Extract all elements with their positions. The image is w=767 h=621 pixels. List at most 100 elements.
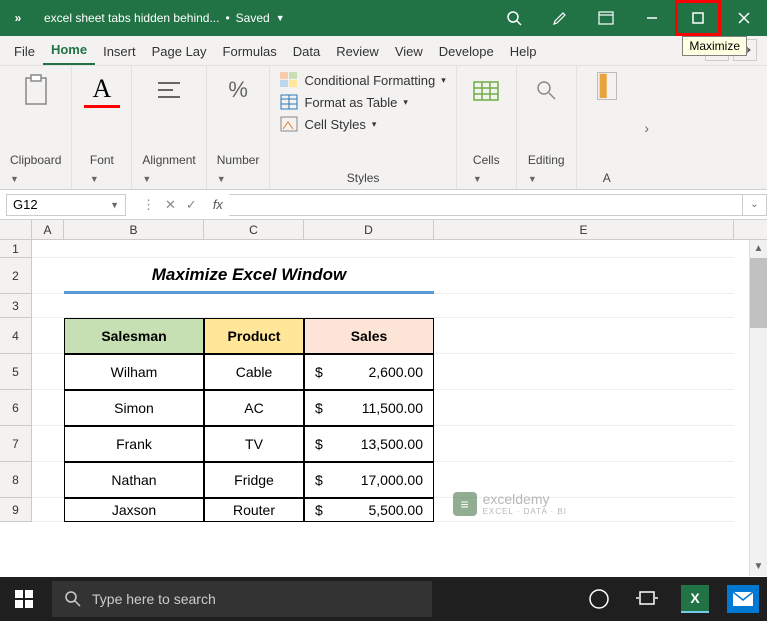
tab-view[interactable]: View xyxy=(387,38,431,65)
cell-sales[interactable]: $2,600.00 xyxy=(304,354,434,390)
chevron-down-icon[interactable]: ▼ xyxy=(10,174,19,184)
row-header[interactable]: 1 xyxy=(0,240,32,258)
fx-label[interactable]: fx xyxy=(207,197,229,212)
pen-icon[interactable] xyxy=(537,0,583,36)
scroll-down-icon[interactable]: ▼ xyxy=(750,558,767,576)
ribbon-overflow[interactable]: › xyxy=(637,66,657,189)
col-header-c[interactable]: C xyxy=(204,220,304,239)
title-icons xyxy=(491,0,767,36)
cell-product[interactable]: AC xyxy=(204,390,304,426)
chevron-down-icon[interactable]: ▼ xyxy=(528,174,537,184)
tab-insert[interactable]: Insert xyxy=(95,38,144,65)
cell-salesman[interactable]: Wilham xyxy=(64,354,204,390)
cell-product[interactable]: TV xyxy=(204,426,304,462)
sheet-title[interactable]: Maximize Excel Window xyxy=(64,258,434,294)
tab-data[interactable]: Data xyxy=(285,38,328,65)
chevron-down-icon[interactable]: ▼ xyxy=(142,174,151,184)
col-header-d[interactable]: D xyxy=(304,220,434,239)
cell-salesman[interactable]: Nathan xyxy=(64,462,204,498)
watermark: ≡ exceldemy EXCEL · DATA · BI xyxy=(453,491,567,516)
watermark-tag: EXCEL · DATA · BI xyxy=(483,507,567,516)
styles-group-label: Styles xyxy=(280,169,445,187)
tab-review[interactable]: Review xyxy=(328,38,387,65)
col-header-e[interactable]: E xyxy=(434,220,734,239)
row-header[interactable]: 7 xyxy=(0,426,32,462)
name-box[interactable]: G12 ▼ xyxy=(6,194,126,216)
number-icon[interactable]: % xyxy=(220,72,256,108)
formula-bar-expand[interactable]: ⌄ xyxy=(743,194,767,216)
taskview-icon[interactable] xyxy=(623,577,671,621)
tab-home[interactable]: Home xyxy=(43,36,95,65)
scroll-thumb[interactable] xyxy=(750,258,767,328)
enter-icon[interactable]: ✓ xyxy=(186,197,197,213)
start-button[interactable] xyxy=(0,577,48,621)
row-4: 4 Salesman Product Sales xyxy=(0,318,767,354)
group-font: A Font▼ xyxy=(72,66,132,189)
search-icon[interactable] xyxy=(491,0,537,36)
cells-icon[interactable] xyxy=(468,72,504,108)
group-addins: ▌ A xyxy=(577,66,637,189)
row-header[interactable]: 4 xyxy=(0,318,32,354)
row-header[interactable]: 6 xyxy=(0,390,32,426)
cell-styles-button[interactable]: Cell Styles ▾ xyxy=(280,116,445,132)
format-as-table-button[interactable]: Format as Table ▾ xyxy=(280,94,445,110)
cell-sales[interactable]: $13,500.00 xyxy=(304,426,434,462)
maximize-button[interactable] xyxy=(675,0,721,36)
cell-sales[interactable]: $11,500.00 xyxy=(304,390,434,426)
tab-formulas[interactable]: Formulas xyxy=(215,38,285,65)
col-header-a[interactable]: A xyxy=(32,220,64,239)
cell-product[interactable]: Fridge xyxy=(204,462,304,498)
vertical-scrollbar[interactable]: ▲ ▼ xyxy=(749,240,767,576)
cell-sales[interactable]: $17,000.00 xyxy=(304,462,434,498)
header-salesman[interactable]: Salesman xyxy=(64,318,204,354)
chevron-down-icon[interactable]: ▼ xyxy=(473,174,482,184)
editing-icon[interactable] xyxy=(528,72,564,108)
tab-developer[interactable]: Develope xyxy=(431,38,502,65)
autosave-toggle[interactable]: » xyxy=(0,11,36,25)
cell-sales[interactable]: $5,500.00 xyxy=(304,498,434,522)
row-header[interactable]: 9 xyxy=(0,498,32,522)
cell-salesman[interactable]: Frank xyxy=(64,426,204,462)
ribbon-mode-icon[interactable] xyxy=(583,0,629,36)
chevron-down-icon[interactable]: ▼ xyxy=(90,174,99,184)
conditional-formatting-button[interactable]: Conditional Formatting ▾ xyxy=(280,72,445,88)
minimize-button[interactable] xyxy=(629,0,675,36)
cancel-icon[interactable]: ✕ xyxy=(165,197,176,213)
cell-product[interactable]: Cable xyxy=(204,354,304,390)
taskbar-search[interactable]: Type here to search xyxy=(52,581,432,617)
header-product[interactable]: Product xyxy=(204,318,304,354)
chevron-down-icon[interactable]: ▼ xyxy=(110,200,119,210)
cell-product[interactable]: Router xyxy=(204,498,304,522)
row-header[interactable]: 2 xyxy=(0,258,32,294)
editing-label: Editing xyxy=(528,149,565,167)
col-header-b[interactable]: B xyxy=(64,220,204,239)
cell-salesman[interactable]: Simon xyxy=(64,390,204,426)
column-headers: A B C D E xyxy=(0,220,767,240)
tab-file[interactable]: File xyxy=(6,38,43,65)
vdots-icon: ⋮ xyxy=(142,197,155,213)
cell-salesman[interactable]: Jaxson xyxy=(64,498,204,522)
taskbar-excel[interactable]: X xyxy=(671,577,719,621)
cortana-icon[interactable] xyxy=(575,577,623,621)
chevron-down-icon[interactable]: ▼ xyxy=(217,174,226,184)
scroll-up-icon[interactable]: ▲ xyxy=(750,240,767,258)
row-header[interactable]: 3 xyxy=(0,294,32,318)
dropdown-icon[interactable]: ▼ xyxy=(276,13,285,23)
clipboard-icon[interactable] xyxy=(18,72,54,108)
select-all-corner[interactable] xyxy=(0,220,32,239)
tab-help[interactable]: Help xyxy=(502,38,545,65)
cond-fmt-icon xyxy=(280,72,298,88)
header-sales[interactable]: Sales xyxy=(304,318,434,354)
titlebar: » excel sheet tabs hidden behind... • Sa… xyxy=(0,0,767,36)
taskbar-mail[interactable] xyxy=(719,577,767,621)
maximize-tooltip: Maximize xyxy=(682,36,747,56)
row-header[interactable]: 5 xyxy=(0,354,32,390)
formula-bar[interactable] xyxy=(229,194,743,216)
close-button[interactable] xyxy=(721,0,767,36)
row-header[interactable]: 8 xyxy=(0,462,32,498)
font-icon[interactable]: A xyxy=(84,72,120,108)
addins-icon[interactable]: ▌ xyxy=(597,72,617,100)
alignment-icon[interactable] xyxy=(151,72,187,108)
tab-pagelayout[interactable]: Page Lay xyxy=(144,38,215,65)
fmt-table-label: Format as Table xyxy=(304,95,397,110)
